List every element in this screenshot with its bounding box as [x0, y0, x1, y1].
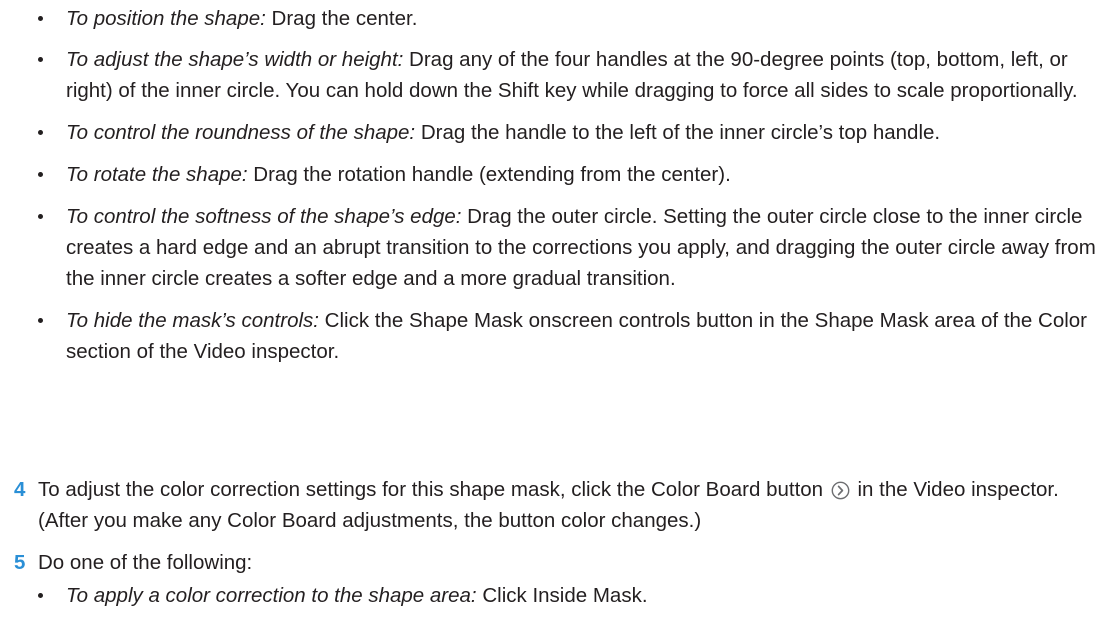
step-text: To adjust the color correction settings …: [38, 478, 824, 501]
bullet-lead: To adjust the shape’s width or height:: [66, 48, 404, 71]
bullet-dot: [38, 130, 43, 135]
color-board-arrow-icon: [831, 478, 850, 500]
step-item: 5 Do one of the following:: [0, 547, 1097, 578]
bullet-lead: To control the softness of the shape’s e…: [66, 205, 462, 228]
bullet-item: To position the shape: Drag the center.: [0, 3, 1097, 34]
bullet-lead: To control the roundness of the shape:: [66, 121, 416, 144]
bullet-item: To control the roundness of the shape: D…: [0, 117, 1097, 148]
bullet-lead: To hide the mask’s controls:: [66, 309, 319, 332]
adjust-shape-bullet-list: To position the shape: Drag the center. …: [0, 3, 1097, 378]
bullet-text: Drag the center.: [265, 7, 418, 30]
step-number: 4: [14, 478, 26, 501]
bullet-dot: [38, 16, 43, 21]
numbered-steps: 4 To adjust the color correction setting…: [0, 474, 1097, 589]
step-5-bullet-list: To apply a color correction to the shape…: [0, 580, 1097, 622]
bullet-text: Drag the rotation handle (extending from…: [247, 163, 731, 186]
bullet-item: To rotate the shape: Drag the rotation h…: [0, 159, 1097, 190]
bullet-dot: [38, 57, 43, 62]
bullet-text: Click Inside Mask.: [476, 584, 648, 607]
step-item: 4 To adjust the color correction setting…: [0, 474, 1097, 536]
bullet-dot: [38, 172, 43, 177]
bullet-lead: To position the shape:: [66, 7, 266, 30]
bullet-item: To control the softness of the shape’s e…: [0, 201, 1097, 294]
bullet-dot: [38, 593, 43, 598]
step-number: 5: [14, 551, 26, 574]
bullet-lead: To rotate the shape:: [66, 163, 248, 186]
bullet-item: To hide the mask’s controls: Click the S…: [0, 305, 1097, 367]
bullet-text: Drag the handle to the left of the inner…: [415, 121, 941, 144]
bullet-item: To apply a color correction to the shape…: [0, 580, 1097, 611]
bullet-dot: [38, 318, 43, 323]
step-text: Do one of the following:: [38, 551, 253, 574]
manual-page: To position the shape: Drag the center. …: [0, 0, 1097, 625]
bullet-dot: [38, 214, 43, 219]
bullet-lead: To apply a color correction to the shape…: [66, 584, 477, 607]
bullet-item: To adjust the shape’s width or height: D…: [0, 44, 1097, 106]
